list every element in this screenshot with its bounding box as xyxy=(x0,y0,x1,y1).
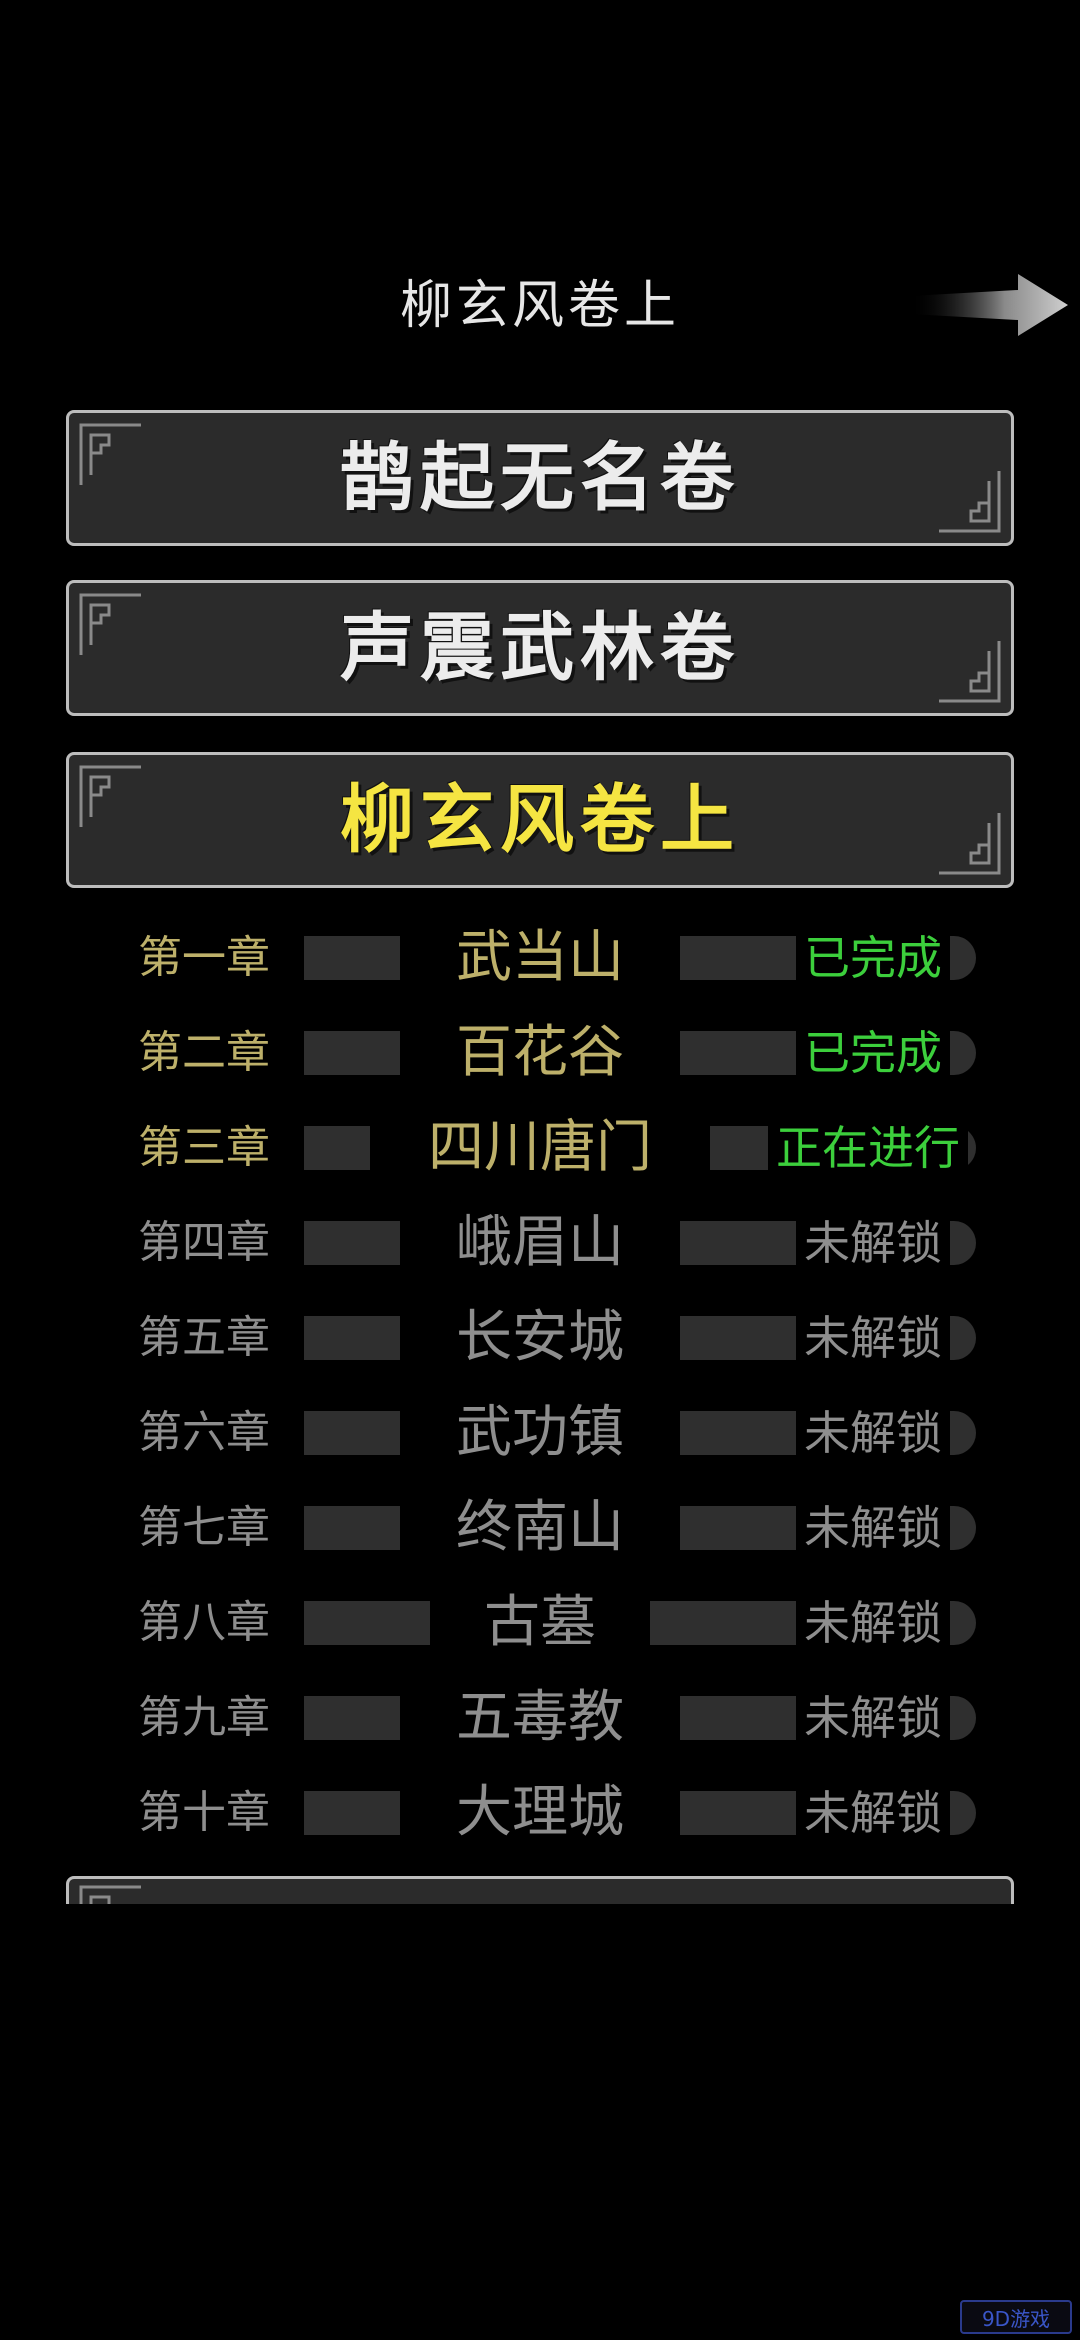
arrow-right-icon xyxy=(910,274,1068,336)
chapter-status: 已完成 xyxy=(796,1019,950,1087)
chapter-number: 第七章 xyxy=(104,1494,304,1562)
volume-button-3-active[interactable]: 柳玄风卷上 xyxy=(66,752,1014,888)
chapter-name: 四川唐门 xyxy=(370,1108,710,1188)
volume-label: 鹊起无名卷 xyxy=(340,435,740,521)
chapter-status: 已完成 xyxy=(796,924,950,992)
chapter-number: 第二章 xyxy=(104,1019,304,1087)
chapter-row[interactable]: 第二章 百花谷 已完成 xyxy=(104,1013,976,1093)
chapter-status: 未解锁 xyxy=(796,1494,950,1562)
chapter-status: 正在进行 xyxy=(768,1114,968,1182)
chapter-status: 未解锁 xyxy=(796,1304,950,1372)
chapter-row[interactable]: 第三章 四川唐门 正在进行 xyxy=(104,1108,976,1188)
chapter-row[interactable]: 第十章 大理城 未解锁 xyxy=(104,1773,976,1853)
chapter-name: 峨眉山 xyxy=(400,1203,680,1283)
corner-ornament-icon xyxy=(79,1885,141,1904)
volume-label: 柳玄风卷上 xyxy=(340,777,740,863)
chapter-number: 第四章 xyxy=(104,1209,304,1277)
chapter-number: 第一章 xyxy=(104,924,304,992)
chapter-status: 未解锁 xyxy=(796,1399,950,1467)
watermark-text: 9D游戏 xyxy=(981,2307,1051,2331)
chapter-name: 大理城 xyxy=(400,1773,680,1853)
volume-button-4-partial[interactable] xyxy=(66,1876,1014,1904)
chapter-row[interactable]: 第六章 武功镇 未解锁 xyxy=(104,1393,976,1473)
chapter-number: 第九章 xyxy=(104,1684,304,1752)
chapter-name: 武当山 xyxy=(400,918,680,998)
chapter-name: 终南山 xyxy=(400,1488,680,1568)
next-volume-button[interactable] xyxy=(910,272,1070,338)
chapter-row[interactable]: 第一章 武当山 已完成 xyxy=(104,918,976,998)
volume-button-1[interactable]: 鹊起无名卷 xyxy=(66,410,1014,546)
chapter-number: 第八章 xyxy=(104,1589,304,1657)
chapter-name: 武功镇 xyxy=(400,1393,680,1473)
chapter-row[interactable]: 第四章 峨眉山 未解锁 xyxy=(104,1203,976,1283)
chapter-name: 古墓 xyxy=(430,1583,650,1663)
chapter-name: 百花谷 xyxy=(400,1013,680,1093)
chapter-name: 五毒教 xyxy=(400,1678,680,1758)
chapter-number: 第六章 xyxy=(104,1399,304,1467)
chapter-number: 第三章 xyxy=(104,1114,304,1182)
chapter-name: 长安城 xyxy=(400,1298,680,1378)
chapter-status: 未解锁 xyxy=(796,1684,950,1752)
volume-label: 声震武林卷 xyxy=(340,605,740,691)
chapter-status: 未解锁 xyxy=(796,1209,950,1277)
volume-button-2[interactable]: 声震武林卷 xyxy=(66,580,1014,716)
chapter-row[interactable]: 第五章 长安城 未解锁 xyxy=(104,1298,976,1378)
chapter-row[interactable]: 第八章 古墓 未解锁 xyxy=(104,1583,976,1663)
chapter-row[interactable]: 第七章 终南山 未解锁 xyxy=(104,1488,976,1568)
chapter-number: 第五章 xyxy=(104,1304,304,1372)
chapter-number: 第十章 xyxy=(104,1779,304,1847)
chapter-status: 未解锁 xyxy=(796,1779,950,1847)
chapter-row[interactable]: 第九章 五毒教 未解锁 xyxy=(104,1678,976,1758)
chapter-status: 未解锁 xyxy=(796,1589,950,1657)
watermark-logo: 9D游戏 xyxy=(960,2300,1072,2334)
